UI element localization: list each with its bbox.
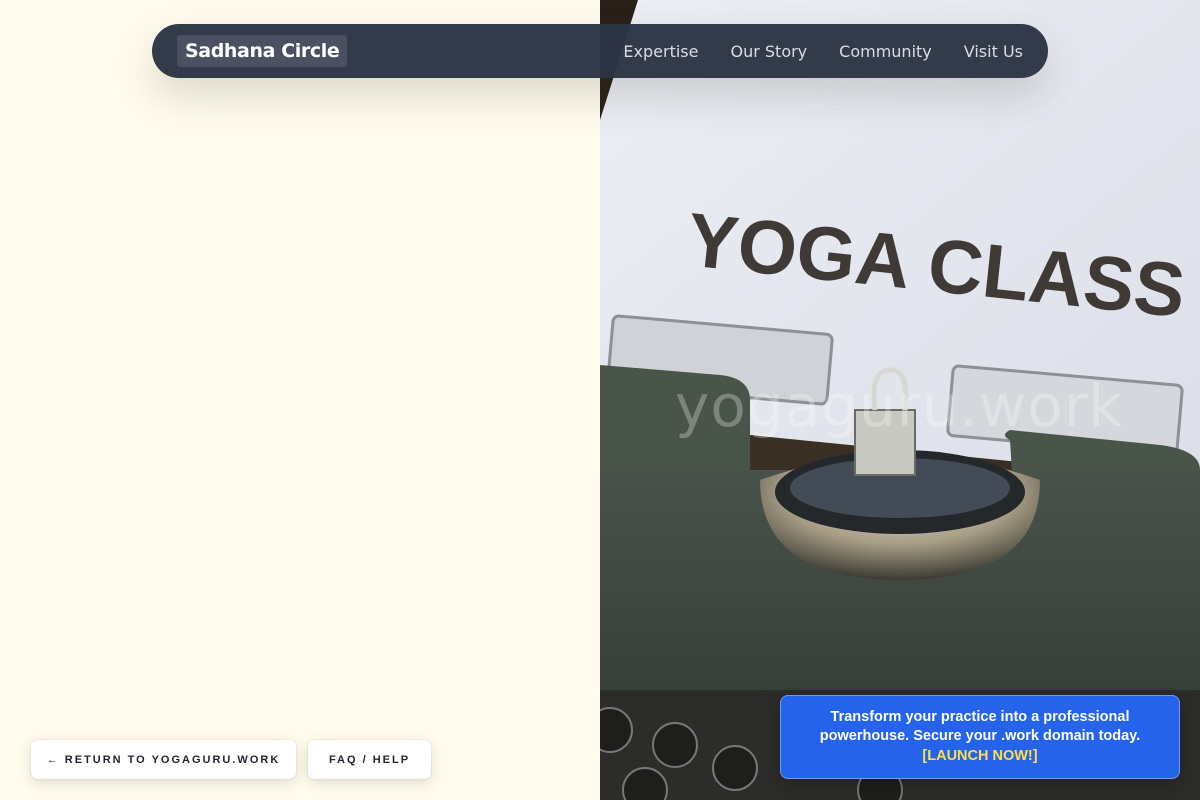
- return-home-button[interactable]: ← RETURN TO YOGAGURU.WORK: [31, 740, 296, 779]
- nav-link-community[interactable]: Community: [839, 42, 932, 61]
- nav-link-visit-us[interactable]: Visit Us: [964, 42, 1023, 61]
- launch-now-link[interactable]: [LAUNCH NOW!]: [922, 747, 1037, 767]
- nav-links: Expertise Our Story Community Visit Us: [623, 42, 1023, 61]
- brand-logo[interactable]: Sadhana Circle: [177, 35, 348, 67]
- promo-banner: Transform your practice into a professio…: [780, 695, 1180, 779]
- nav-link-expertise[interactable]: Expertise: [623, 42, 698, 61]
- left-panel: [0, 0, 600, 800]
- hero-image: YOGA CLASS yogaguru.work: [600, 0, 1200, 800]
- faq-help-button[interactable]: FAQ / HELP: [308, 740, 431, 779]
- navbar: Sadhana Circle Expertise Our Story Commu…: [152, 24, 1048, 78]
- watermark-text: yogaguru.work: [675, 372, 1124, 440]
- promo-text: Transform your practice into a professio…: [819, 708, 1141, 745]
- nav-link-our-story[interactable]: Our Story: [730, 42, 807, 61]
